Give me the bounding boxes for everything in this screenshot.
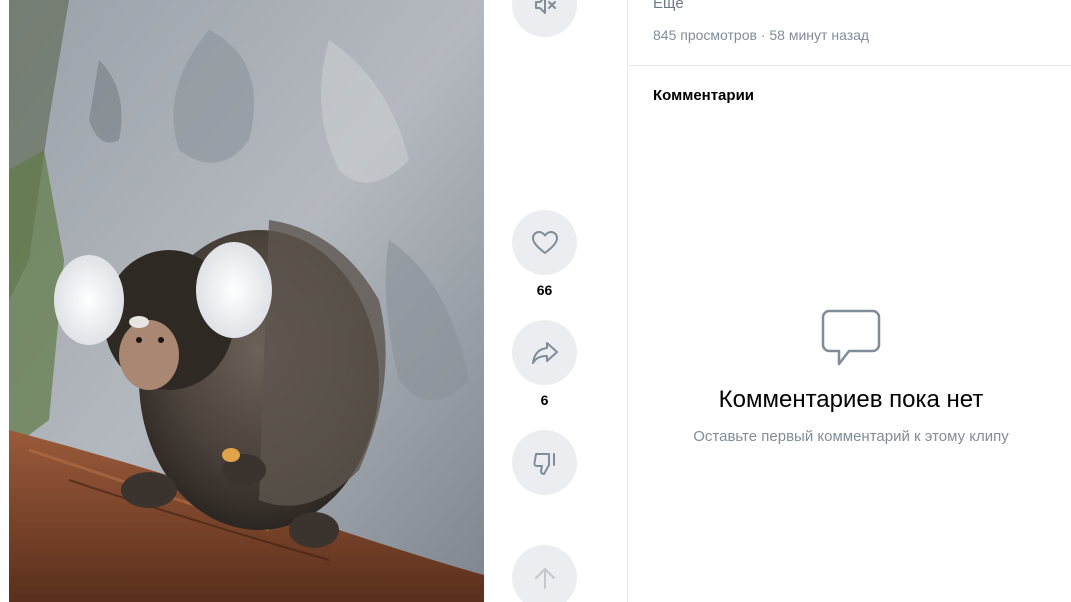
meta-separator: · [760,27,766,43]
like-button[interactable] [512,210,577,275]
empty-comments-title: Комментариев пока нет [718,386,984,413]
thumb-down-icon [532,452,555,475]
comments-heading: Комментарии [653,87,755,104]
clip-meta: 845 просмотров · 58 минут назад [653,27,869,43]
mute-button[interactable] [512,0,577,37]
dislike-button[interactable] [512,430,577,495]
speaker-muted-icon [534,0,556,14]
speech-bubble-icon [821,309,881,372]
clip-actions: 66 6 [484,0,627,602]
clip-info-panel: Ещё 845 просмотров · 58 минут назад Комм… [627,0,1071,602]
show-more-link[interactable]: Ещё [653,0,684,12]
like-count: 66 [536,282,553,298]
empty-comments-subtitle: Оставьте первый комментарий к этому клип… [693,428,1009,445]
video-player[interactable] [9,0,484,602]
clip-viewer: 66 6 Ещё 845 просмотров · 58 минут назад [0,0,1071,602]
scroll-up-button[interactable] [512,545,577,602]
heart-icon [531,230,558,254]
arrow-up-icon [534,567,555,589]
divider [628,65,1071,66]
share-button[interactable] [512,320,577,385]
video-frame-marmoset [9,0,484,602]
share-arrow-icon [531,341,558,364]
time-ago: 58 минут назад [769,27,870,43]
share-count: 6 [540,392,549,408]
views-count: 845 просмотров [653,27,757,43]
